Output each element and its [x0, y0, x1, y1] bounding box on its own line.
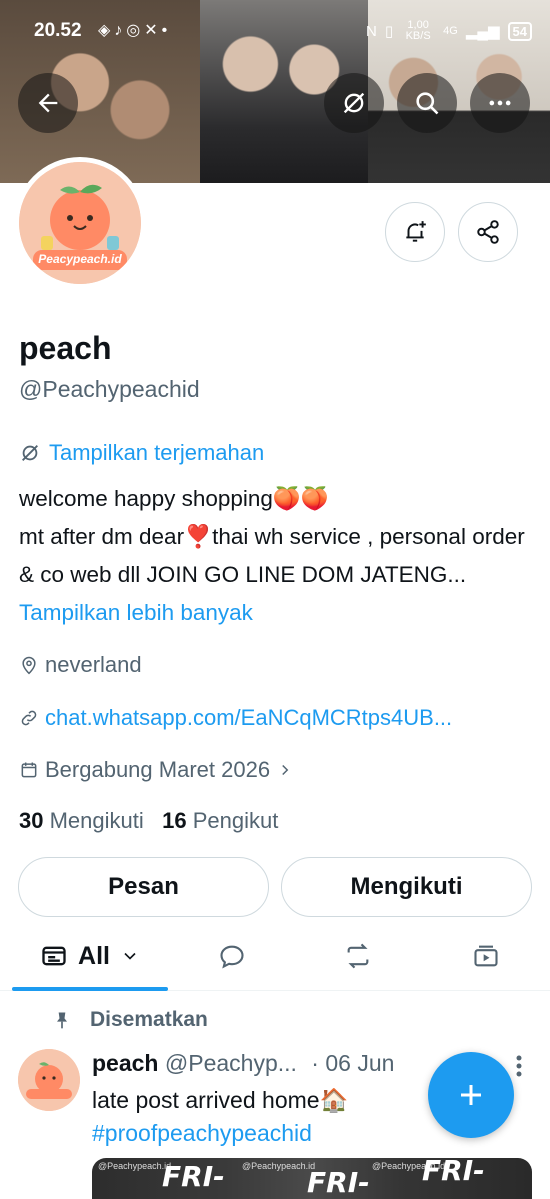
post-hashtag[interactable]: #proofpeachypeachid	[92, 1117, 422, 1150]
post-image[interactable]: @Peachypeach.id FRI- @Peachypeach.id FRI…	[92, 1158, 532, 1199]
chevron-right-icon	[282, 764, 289, 776]
pinned-label: Disematkan	[90, 1008, 208, 1031]
following-count: 30	[19, 808, 44, 833]
post-header: peach @Peachyp... · 06 Jun	[92, 1050, 394, 1077]
profile-website-link[interactable]: chat.whatsapp.com/EaNCqMCRtps4UB...	[19, 705, 452, 731]
search-icon	[416, 92, 439, 115]
profile-location: neverland	[19, 652, 142, 678]
link-icon	[21, 710, 37, 726]
following-label: Mengikuti	[49, 808, 144, 833]
timeline-icon	[42, 946, 66, 966]
post-author-avatar[interactable]	[18, 1049, 80, 1111]
peach-logo-icon	[18, 1049, 80, 1111]
profile-tabs: All	[0, 925, 550, 991]
active-tab-indicator	[12, 987, 168, 991]
signal-icon: ▂▄▆	[465, 23, 500, 40]
bell-plus-icon	[406, 221, 426, 242]
post-text: late post arrived home🏠	[92, 1087, 349, 1113]
tab-replies[interactable]	[202, 925, 262, 987]
followers-label: Pengikut	[192, 808, 279, 833]
translate-toggle-button[interactable]	[324, 73, 384, 133]
followers-count: 16	[162, 808, 187, 833]
show-translation-link[interactable]: Tampilkan terjemahan	[19, 440, 264, 466]
profile-avatar[interactable]: Peacypeach.id	[14, 157, 146, 289]
tab-reposts[interactable]	[328, 925, 388, 987]
following-link[interactable]: 30 Mengikuti	[19, 808, 144, 833]
notification-icons: ◈♪◎✕•	[98, 22, 172, 39]
post-body: late post arrived home🏠 #proofpeachypeac…	[92, 1084, 422, 1150]
status-icons: N ▯ 1,00 KB/S 4G ▂▄▆ 54	[366, 20, 532, 42]
profile-handle: @Peachypeachid	[19, 376, 200, 402]
video-icon	[474, 945, 498, 967]
more-horizontal-icon	[489, 100, 511, 106]
follow-counts: 30 Mengikuti 16 Pengikut	[19, 808, 278, 834]
status-time: 20.52	[34, 20, 82, 41]
share-button[interactable]	[458, 202, 518, 262]
image-text-3: FRI-	[422, 1158, 485, 1187]
plus-icon	[461, 1085, 481, 1105]
network-speed: 1,00 KB/S	[405, 19, 431, 42]
post-author-name[interactable]: peach	[92, 1050, 158, 1076]
calendar-icon	[21, 762, 37, 778]
post-more-icon[interactable]	[512, 1052, 526, 1092]
tab-all-label: All	[78, 941, 110, 970]
following-button[interactable]: Mengikuti	[281, 857, 532, 917]
joined-text: Bergabung Maret 2026	[45, 757, 271, 782]
nfc-icon: N	[366, 22, 377, 40]
show-more-link[interactable]: Tampilkan lebih banyak	[19, 600, 253, 625]
reply-bubble-icon	[220, 945, 244, 969]
post-date: · 06 Jun	[311, 1050, 395, 1076]
more-options-button[interactable]	[470, 73, 530, 133]
back-button[interactable]	[18, 73, 78, 133]
translate-icon	[22, 445, 38, 461]
bio-line-2: mt after dm dear❣️thai wh service , pers…	[19, 524, 525, 587]
battery-level: 54	[507, 21, 532, 41]
tab-all[interactable]: All	[20, 925, 160, 987]
arrow-left-icon	[38, 93, 58, 113]
notify-button[interactable]	[385, 202, 445, 262]
share-icon	[477, 220, 499, 244]
compose-button[interactable]	[428, 1052, 514, 1138]
translate-off-icon	[343, 92, 365, 114]
profile-joined-date[interactable]: Bergabung Maret 2026	[19, 757, 294, 783]
chevron-down-icon	[124, 952, 136, 960]
pinned-indicator: Disematkan	[52, 1008, 208, 1032]
followers-link[interactable]: 16 Pengikut	[162, 808, 278, 833]
search-button[interactable]	[397, 73, 457, 133]
post-author-handle[interactable]: @Peachyp...	[165, 1050, 297, 1076]
website-text: chat.whatsapp.com/EaNCqMCRtps4UB...	[45, 705, 453, 730]
location-text: neverland	[45, 652, 142, 677]
repost-icon	[347, 943, 369, 969]
avatar-brand-text: Peacypeach.id	[38, 252, 122, 266]
image-watermark-1: @Peachypeach.id	[98, 1161, 172, 1171]
image-text-1: FRI-	[162, 1160, 225, 1193]
profile-name: peach	[19, 330, 112, 366]
pin-icon	[57, 1012, 67, 1029]
signal-4g: 4G	[443, 25, 458, 37]
bio-line-1: welcome happy shopping🍑🍑	[19, 486, 329, 511]
tab-media[interactable]	[456, 925, 516, 987]
location-pin-icon	[22, 656, 36, 675]
image-text-2: FRI-	[307, 1166, 370, 1199]
profile-bio: welcome happy shopping🍑🍑 mt after dm dea…	[19, 480, 539, 632]
image-watermark-2: @Peachypeach.id	[242, 1161, 316, 1171]
translate-label: Tampilkan terjemahan	[49, 440, 265, 465]
status-bar: 20.52 ◈♪◎✕• N ▯ 1,00 KB/S 4G ▂▄▆ 54	[0, 16, 550, 46]
vibrate-icon: ▯	[384, 23, 394, 40]
message-button[interactable]: Pesan	[18, 857, 269, 917]
